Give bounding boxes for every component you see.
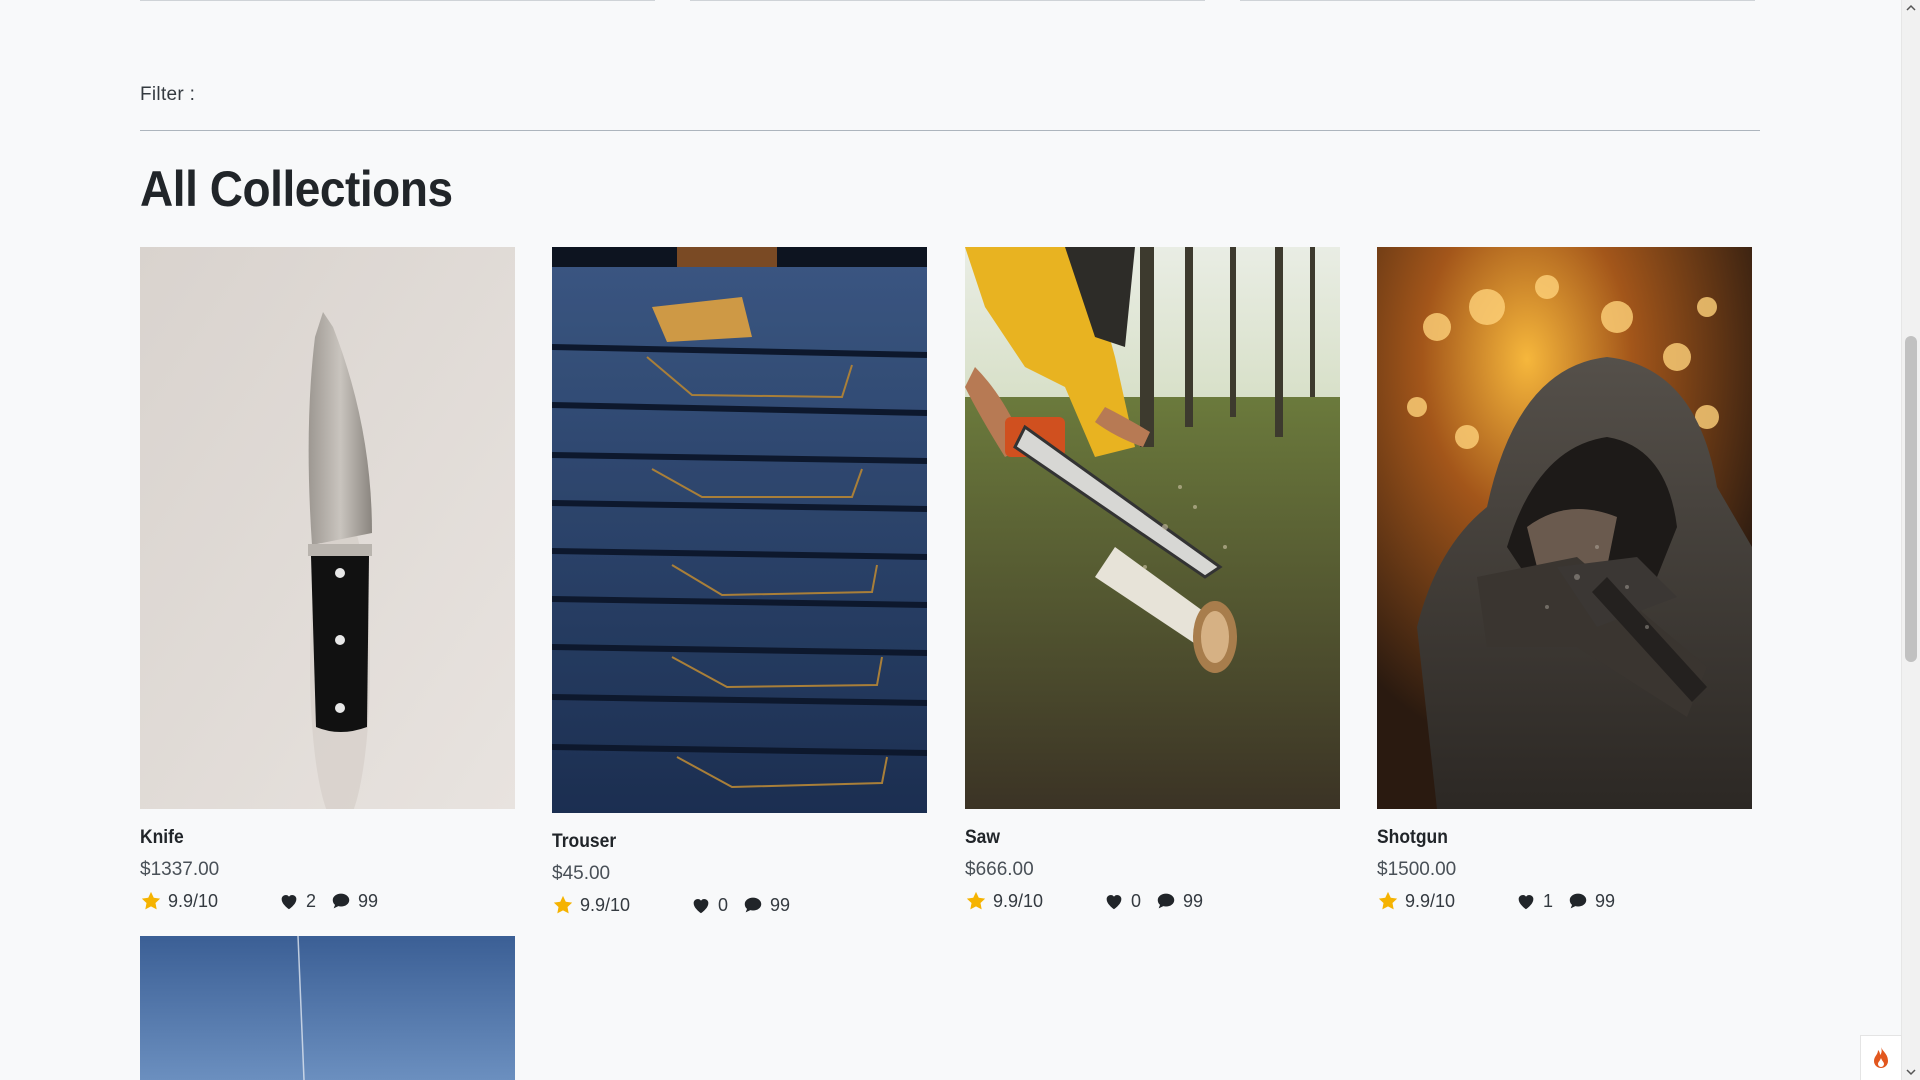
like-count: 0 [718,894,729,915]
scroll-down-icon[interactable] [1906,1067,1916,1077]
section-title: All Collections [140,161,453,217]
divider [140,130,1760,131]
star-icon [552,894,574,916]
product-image-trouser[interactable] [552,247,927,813]
star-icon [965,890,987,912]
product-card[interactable]: Knife $1337.00 9.9/10 2 99 [140,247,515,913]
fire-icon[interactable] [1871,1046,1891,1070]
comment-count: 99 [1183,890,1204,911]
product-price: $666.00 [965,859,1034,880]
like-button[interactable]: 0 [690,894,742,916]
heart-icon[interactable] [1103,890,1125,912]
product-name[interactable]: Trouser [552,831,897,853]
heart-icon[interactable] [1515,890,1537,912]
product-name[interactable]: Knife [140,827,485,849]
product-price: $1337.00 [140,859,220,880]
comment-icon[interactable] [742,894,764,916]
like-count: 2 [306,890,317,911]
product-card[interactable]: Saw $666.00 9.9/10 0 99 [965,247,1340,913]
product-image-knife[interactable] [140,247,515,809]
corner-widget-button[interactable] [1860,1035,1902,1080]
comment-count: 99 [770,894,791,915]
product-meta: 9.9/10 0 99 [552,893,927,917]
page: Filter : All Collections Knife $1337.00 … [0,0,1920,1080]
product-meta: 9.9/10 1 99 [1377,889,1752,913]
rating-value: 9.9/10 [1405,890,1456,911]
like-button[interactable]: 2 [278,890,330,912]
comment-button[interactable]: 99 [1567,890,1615,912]
heart-icon[interactable] [690,894,712,916]
product-meta: 9.9/10 0 99 [965,889,1340,913]
rating: 9.9/10 [140,890,278,912]
scroll-up-icon[interactable] [1906,3,1916,13]
comment-count: 99 [1595,890,1616,911]
scrollbar-thumb[interactable] [1905,336,1917,662]
rating: 9.9/10 [1377,890,1515,912]
product-card[interactable]: Trouser $45.00 9.9/10 0 99 [552,247,927,917]
rating-value: 9.9/10 [580,894,631,915]
comment-button[interactable]: 99 [742,894,790,916]
comment-count: 99 [358,890,379,911]
product-image-saw[interactable] [965,247,1340,809]
product-name[interactable]: Shotgun [1377,827,1722,849]
rating-value: 9.9/10 [993,890,1044,911]
like-count: 1 [1543,890,1554,911]
comment-button[interactable]: 99 [1155,890,1203,912]
like-button[interactable]: 1 [1515,890,1567,912]
rating: 9.9/10 [965,890,1103,912]
comment-button[interactable]: 99 [330,890,378,912]
product-meta: 9.9/10 2 99 [140,889,515,913]
comment-icon[interactable] [330,890,352,912]
comment-icon[interactable] [1567,890,1589,912]
product-card[interactable] [140,936,515,1080]
star-icon [140,890,162,912]
product-price: $45.00 [552,863,611,884]
star-icon [1377,890,1399,912]
product-price: $1500.00 [1377,859,1457,880]
product-image-shotgun[interactable] [1377,247,1752,809]
filter-label: Filter : [140,84,196,105]
vertical-scrollbar[interactable] [1901,0,1920,1080]
product-card[interactable]: Shotgun $1500.00 9.9/10 1 99 [1377,247,1752,913]
product-image-partial[interactable] [140,936,515,1080]
product-name[interactable]: Saw [965,827,1310,849]
like-count: 0 [1131,890,1142,911]
comment-icon[interactable] [1155,890,1177,912]
rating-value: 9.9/10 [168,890,219,911]
top-card-edges [140,0,1760,2]
heart-icon[interactable] [278,890,300,912]
rating: 9.9/10 [552,894,690,916]
like-button[interactable]: 0 [1103,890,1155,912]
